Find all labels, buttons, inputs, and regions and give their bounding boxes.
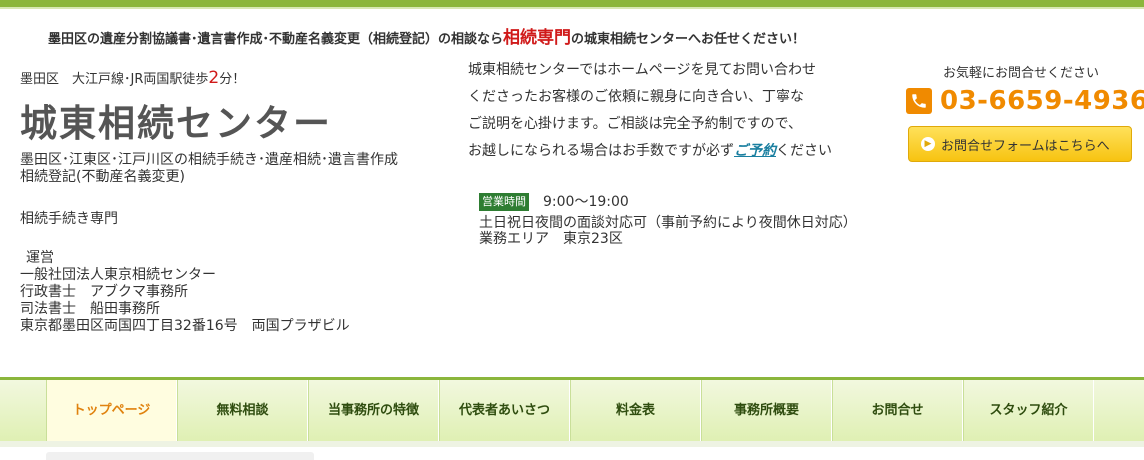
message-text: お越しになられる場合はお手数ですが必ず — [468, 143, 734, 159]
operator-line: 一般社団法人東京相続センター — [20, 267, 216, 283]
operator-line: 司法書士 船田事務所 — [20, 301, 160, 317]
business-hours: 営業時間 9:00〜19:00 土日祝日夜間の面談対応可（事前予約により夜間休日… — [479, 193, 857, 247]
operator-address: 東京都墨田区両国四丁目32番16号 両国プラザビル — [20, 318, 350, 334]
nav-item-top[interactable]: トップページ — [46, 380, 177, 441]
message-line: ご説明を心掛けます。ご相談は完全予約制ですので、 — [468, 116, 803, 132]
top-accent-bar — [0, 0, 1144, 7]
description-line: 相続登記(不動産名義変更) — [20, 169, 185, 185]
tagline-text: 墨田区の遺産分割協議書･遺言書作成･不動産名義変更（相続登記）の相談なら — [48, 32, 504, 47]
access-info: 墨田区 大江戸線･JR両国駅徒歩2分！ — [20, 68, 245, 88]
hours-note: 土日祝日夜間の面談対応可（事前予約により夜間休日対応） — [479, 215, 857, 231]
operator-info: 運営 一般社団法人東京相続センター 行政書士 アブクマ事務所 司法書士 船田事務… — [20, 250, 350, 335]
hours-badge: 営業時間 — [479, 193, 529, 211]
tagline-emphasis: 相続専門 — [503, 28, 572, 48]
tagline-text-end: の城東相続センターへお任せください！ — [571, 32, 806, 47]
site-logo[interactable]: 城東相続センター — [20, 93, 332, 147]
phone-icon — [906, 88, 932, 114]
phone-number[interactable]: 03-6659-4936 — [940, 86, 1144, 116]
arrow-right-icon: ▶ — [921, 137, 935, 151]
hours-time: 9:00〜19:00 — [543, 194, 629, 210]
nav-item-features[interactable]: 当事務所の特徴 — [308, 380, 439, 441]
message-line: 城東相続センターではホームページを見てお問い合わせ — [468, 62, 817, 78]
top-accent-bar-light — [0, 7, 1144, 9]
site-description: 墨田区･江東区･江戸川区の相続手続き･遺産相続･遺言書作成 相続登記(不動産名義… — [20, 152, 460, 186]
breadcrumb-area — [46, 452, 314, 460]
message-text-end: ください — [776, 143, 832, 159]
nav-item-office[interactable]: 事務所概要 — [701, 380, 832, 441]
access-text: 墨田区 大江戸線･JR両国駅徒歩 — [20, 72, 209, 87]
specialty-text: 相続手続き専門 — [20, 211, 118, 227]
message-line: くださったお客様のご依頼に親身に向き合い、丁寧な — [468, 89, 804, 105]
contact-prompt: お気軽にお問合せください — [943, 66, 1100, 81]
nav-item-greeting[interactable]: 代表者あいさつ — [439, 380, 570, 441]
global-nav: トップページ 無料相談 当事務所の特徴 代表者あいさつ 料金表 事務所概要 お問… — [0, 377, 1144, 441]
reservation-link[interactable]: ご予約 — [734, 143, 776, 159]
operator-heading: 運営 — [26, 250, 54, 266]
description-line: 墨田区･江東区･江戸川区の相続手続き･遺産相続･遺言書作成 — [20, 152, 398, 168]
nav-item-pricing[interactable]: 料金表 — [570, 380, 701, 441]
header-tagline: 墨田区の遺産分割協議書･遺言書作成･不動産名義変更（相続登記）の相談なら相続専門… — [48, 23, 805, 48]
contact-form-button[interactable]: ▶ お問合せフォームはこちらへ — [908, 126, 1132, 162]
nav-item-free-consultation[interactable]: 無料相談 — [177, 380, 308, 441]
phone-number-block[interactable]: 03-6659-4936 — [906, 86, 1144, 116]
access-minutes: 2 — [208, 68, 220, 88]
nav-bottom-border — [0, 441, 1144, 447]
service-area: 業務エリア 東京23区 — [479, 231, 623, 247]
nav-item-contact[interactable]: お問合せ — [832, 380, 963, 441]
contact-form-label: お問合せフォームはこちらへ — [941, 138, 1110, 154]
greeting-message: 城東相続センターではホームページを見てお問い合わせ くださったお客様のご依頼に親… — [468, 61, 832, 169]
operator-line: 行政書士 アブクマ事務所 — [20, 284, 188, 300]
nav-item-staff[interactable]: スタッフ紹介 — [963, 380, 1094, 441]
message-line: お越しになられる場合はお手数ですが必ずご予約ください — [468, 142, 832, 169]
access-text-end: 分！ — [219, 72, 246, 87]
